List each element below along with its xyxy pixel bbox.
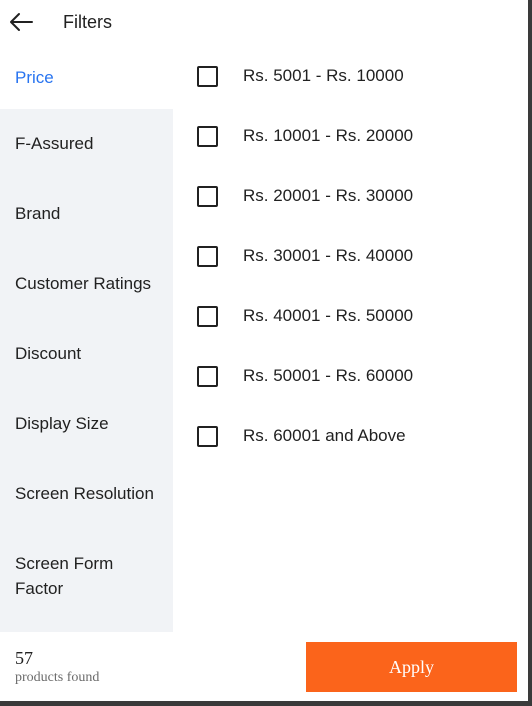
- price-option[interactable]: Rs. 10001 - Rs. 20000: [173, 106, 528, 166]
- sidebar-item-f-assured[interactable]: F-Assured: [0, 109, 173, 179]
- sidebar-item-label: Screen Resolution: [15, 484, 154, 503]
- checkbox[interactable]: [197, 245, 218, 267]
- sidebar-item-discount[interactable]: Discount: [0, 319, 173, 389]
- checkbox[interactable]: [197, 305, 218, 327]
- checkbox[interactable]: [197, 425, 218, 447]
- sidebar-item-label: Screen Form Factor: [15, 553, 114, 598]
- option-label: Rs. 10001 - Rs. 20000: [243, 126, 414, 145]
- option-label: Rs. 60001 and Above: [243, 426, 406, 445]
- window-border-bottom: [0, 701, 532, 706]
- price-options-list: Rs. 5001 - Rs. 10000 Rs. 10001 - Rs. 200…: [173, 46, 528, 466]
- sidebar-item-brand[interactable]: Brand: [0, 179, 173, 249]
- arrow-left-icon: [10, 13, 33, 31]
- checkbox[interactable]: [197, 125, 218, 147]
- sidebar-item-screen-resolution[interactable]: Screen Resolution: [0, 459, 173, 529]
- option-label: Rs. 50001 - Rs. 60000: [243, 366, 414, 385]
- product-count-label: products found: [15, 670, 100, 685]
- sidebar-item-label: Discount: [15, 344, 82, 363]
- sidebar-item-display-size[interactable]: Display Size: [0, 389, 173, 459]
- sidebar-item-screen-form-factor[interactable]: Screen Form Factor: [0, 529, 173, 622]
- back-button[interactable]: [6, 8, 36, 36]
- page-title: Filters: [63, 12, 112, 32]
- price-option[interactable]: Rs. 40001 - Rs. 50000: [173, 286, 528, 346]
- sidebar-item-label: Display Size: [15, 414, 109, 433]
- option-label: Rs. 30001 - Rs. 40000: [243, 246, 414, 265]
- option-label: Rs. 40001 - Rs. 50000: [243, 306, 414, 325]
- checkbox[interactable]: [197, 65, 218, 87]
- checkbox[interactable]: [197, 365, 218, 387]
- price-option[interactable]: Rs. 30001 - Rs. 40000: [173, 226, 528, 286]
- sidebar-item-label: Customer Ratings: [15, 274, 152, 293]
- checkbox[interactable]: [197, 185, 218, 207]
- sidebar-item-price[interactable]: Price: [0, 46, 173, 109]
- option-label: Rs. 5001 - Rs. 10000: [243, 66, 404, 85]
- sidebar-item-label: Brand: [15, 204, 61, 223]
- filter-sidebar: Price F-Assured Brand Customer Ratings D…: [0, 46, 173, 632]
- sidebar-item-customer-ratings[interactable]: Customer Ratings: [0, 249, 173, 319]
- apply-button[interactable]: Apply: [306, 642, 517, 692]
- product-count: 57: [15, 648, 33, 668]
- sidebar-item-label: F-Assured: [15, 134, 94, 153]
- header: Filters: [0, 0, 528, 46]
- price-option[interactable]: Rs. 20001 - Rs. 30000: [173, 166, 528, 226]
- footer-bar: 57 products found Apply: [0, 632, 528, 701]
- window-border-right: [528, 0, 532, 706]
- price-option[interactable]: Rs. 5001 - Rs. 10000: [173, 46, 528, 106]
- option-label: Rs. 20001 - Rs. 30000: [243, 186, 414, 205]
- sidebar-item-label: Price: [15, 67, 54, 87]
- price-option[interactable]: Rs. 60001 and Above: [173, 406, 528, 466]
- price-option[interactable]: Rs. 50001 - Rs. 60000: [173, 346, 528, 406]
